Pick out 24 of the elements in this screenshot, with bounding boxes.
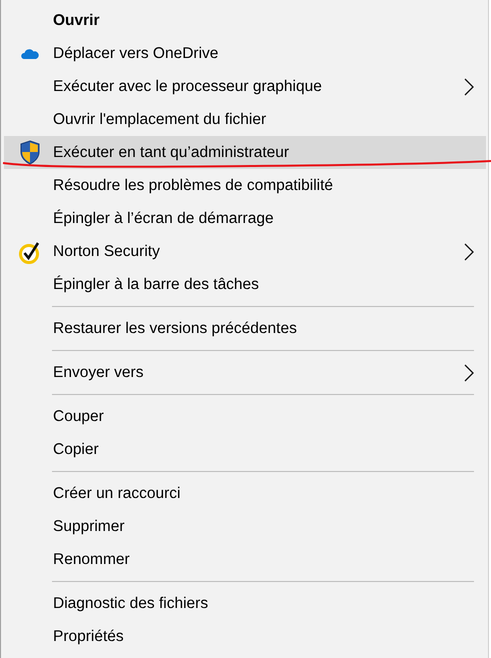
menu-item[interactable]: Diagnostic des fichiers: [4, 587, 486, 620]
menu-item[interactable]: Ouvrir l'emplacement du fichier: [4, 103, 486, 136]
menu-item[interactable]: Déplacer vers OneDrive: [4, 37, 486, 70]
menu-item[interactable]: Propriétés: [4, 620, 486, 653]
chevron-icon: [464, 364, 474, 382]
menu-item[interactable]: Copier: [4, 433, 486, 466]
menu-item[interactable]: Créer un raccourci: [4, 477, 486, 510]
menu-item[interactable]: Envoyer vers: [4, 356, 486, 389]
menu-item[interactable]: Exécuter avec le processeur graphique: [4, 70, 486, 103]
menu-item[interactable]: Renommer: [4, 543, 486, 576]
menu-item[interactable]: Résoudre les problèmes de compatibilité: [4, 169, 486, 202]
menu-item[interactable]: Couper: [4, 400, 486, 433]
menu-item[interactable]: Exécuter en tant qu’administrateur: [4, 136, 486, 169]
chevron-icon: [464, 78, 474, 96]
chevron-icon: [464, 242, 474, 260]
menu-item[interactable]: Norton Security: [4, 235, 486, 268]
cloud-icon: [20, 48, 38, 59]
menu-item[interactable]: Supprimer: [4, 510, 486, 543]
menu-item[interactable]: Épingler à la barre des tâches: [4, 268, 486, 301]
shield-icon: [18, 140, 40, 165]
checkmark-circle-icon: [18, 240, 40, 264]
menu-item[interactable]: Ouvrir: [4, 4, 486, 37]
menu-item[interactable]: Restaurer les versions précédentes: [4, 312, 486, 345]
menu-item[interactable]: Épingler à l’écran de démarrage: [4, 202, 486, 235]
